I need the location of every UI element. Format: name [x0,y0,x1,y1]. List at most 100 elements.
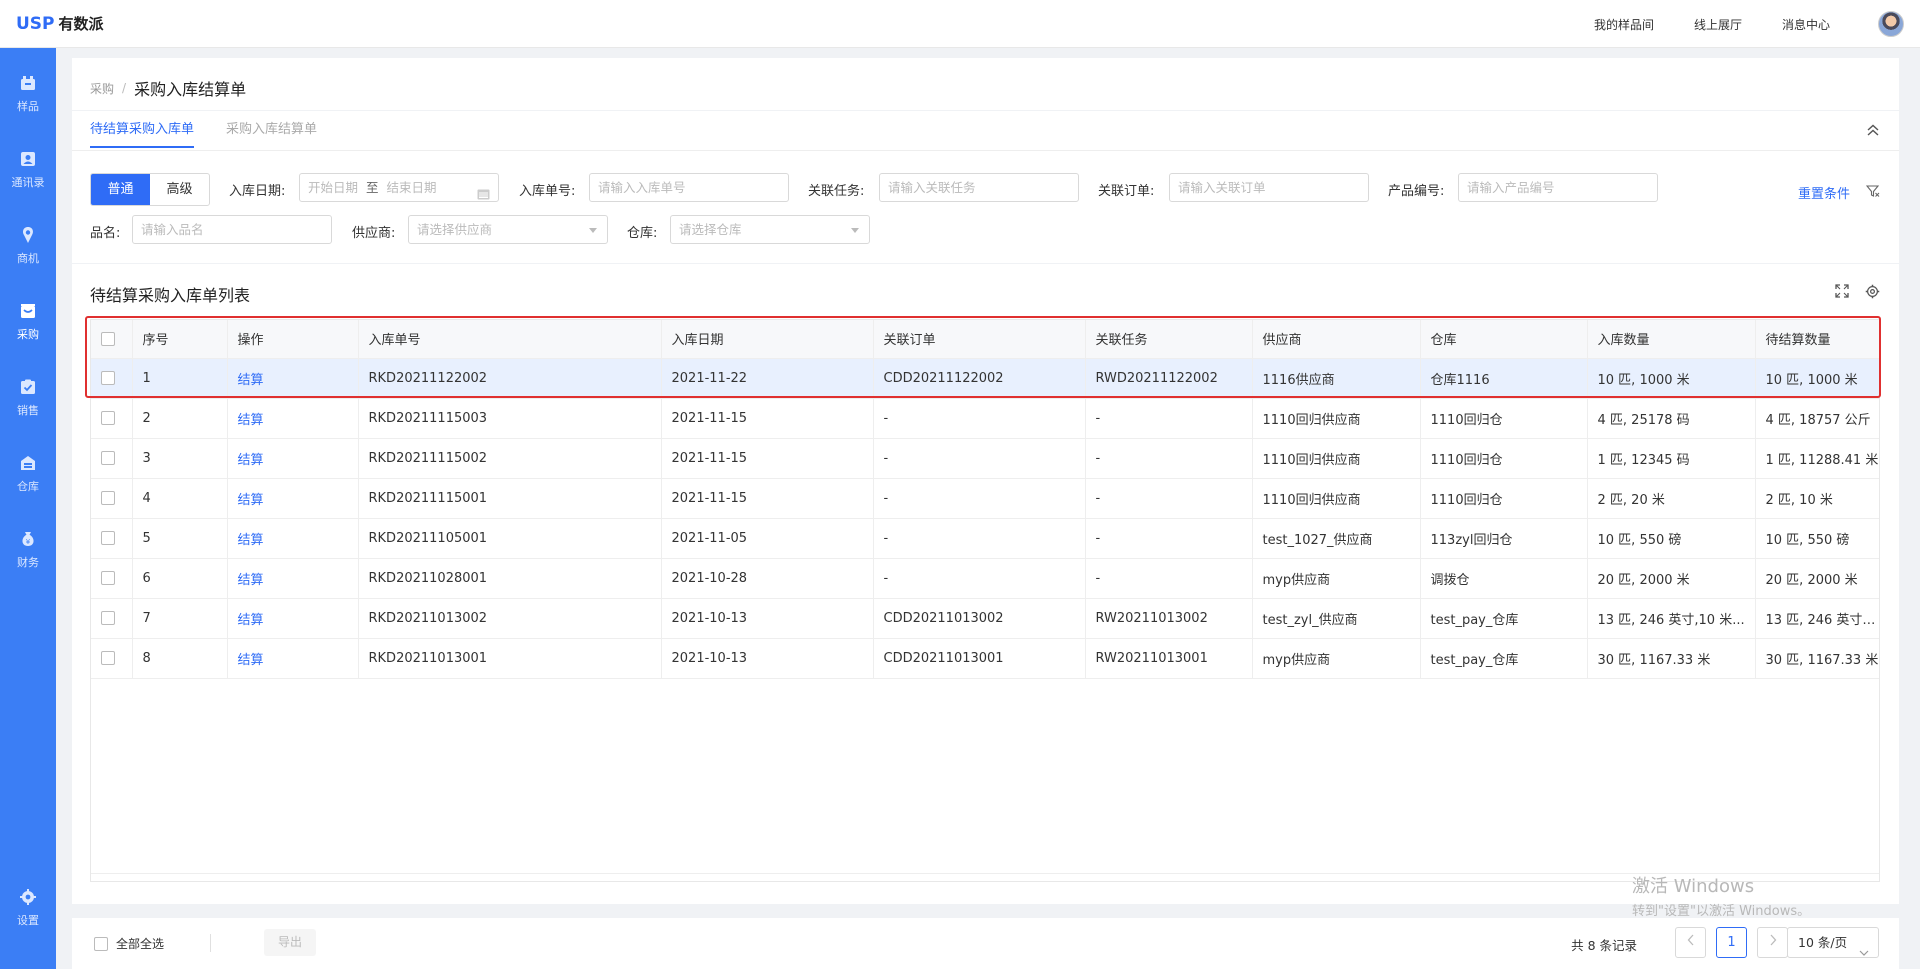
mode-advanced-button[interactable]: 高级 [150,174,209,205]
checkbox[interactable] [101,651,115,665]
row-checkbox[interactable] [91,638,133,679]
checkbox[interactable] [94,936,108,951]
inbound-date: 2021-10-13 [661,598,874,639]
inbound-qty: 30 匹, 1167.33 米 [1587,638,1756,679]
table-row[interactable]: 6 结算 RKD20211028001 2021-10-28- - myp供应商 调拨仓 20… [91,558,1879,599]
reset-conditions-link[interactable]: 重置条件 [1798,183,1850,202]
row-checkbox[interactable] [91,598,133,639]
horizontal-scrollbar[interactable] [91,873,1879,881]
pending-qty: 4 匹, 18757 公斤 [1755,398,1879,439]
tab-pending-inbound[interactable]: 待结算采购入库单 [90,118,195,148]
product-name-input[interactable]: 请输入品名 [132,215,332,244]
collapse-icon[interactable] [1866,124,1880,140]
settle-link[interactable]: 结算 [227,358,359,399]
sidebar-item-opportunities[interactable]: 商机 [0,217,56,273]
select-all-checkbox[interactable]: 全部全选 [94,935,164,952]
breadcrumb-parent[interactable]: 采购 [90,80,114,97]
checkbox[interactable] [101,411,115,425]
user-avatar[interactable] [1878,11,1904,37]
settings-icon[interactable] [1865,284,1880,303]
table-row[interactable]: 7 结算 RKD20211013002 2021-10-13 CDD2021101300… [91,598,1879,639]
next-page-button[interactable] [1757,927,1788,958]
app-logo[interactable]: USP 有数派 [0,13,200,34]
page-size-select[interactable]: 10 条/页 [1787,927,1879,958]
inbound-date: 2021-11-22 [661,358,874,399]
settle-link[interactable]: 结算 [227,598,359,639]
sidebar-item-finance[interactable]: ¥ 财务 [0,521,56,577]
task-input[interactable]: 请输入关联任务 [879,173,1079,202]
sidebar-item-sales[interactable]: 销售 [0,369,56,425]
sidebar-item-samples[interactable]: 样品 [0,65,56,121]
settle-link[interactable]: 结算 [227,638,359,679]
checkbox[interactable] [101,491,115,505]
warehouse-label: 仓库: [627,226,658,241]
mode-normal-button[interactable]: 普通 [91,174,150,205]
checkbox[interactable] [101,371,115,385]
fullscreen-icon[interactable] [1835,284,1849,303]
prev-page-button[interactable] [1675,927,1706,958]
inbound-no: RKD20211115002 [358,438,662,479]
top-link-messages[interactable]: 消息中心 [1782,16,1830,33]
export-button[interactable]: 导出 [264,929,316,956]
inbound-table: 序号 操作 入库单号 入库日期 关联订单 关联任务 供应商 仓库 入库数量 待结… [90,319,1880,882]
row-checkbox[interactable] [91,398,133,439]
settle-link[interactable]: 结算 [227,398,359,439]
warehouse: test_pay_仓库 [1420,598,1588,639]
windows-activation-watermark: 激活 Windows 转到"设置"以激活 Windows。 [1632,872,1810,919]
sidebar-item-settings[interactable]: 设置 [0,879,56,935]
warehouse-select[interactable]: 请选择仓库 [670,215,870,244]
sidebar-item-contacts[interactable]: 通讯录 [0,141,56,197]
page-number-button[interactable]: 1 [1716,927,1747,958]
row-checkbox[interactable] [91,438,133,479]
related-order: - [873,398,1086,439]
tab-settlement[interactable]: 采购入库结算单 [226,118,317,148]
supplier: 1110回归供应商 [1252,478,1421,519]
sidebar-item-label: 样品 [17,99,39,113]
related-order: CDD20211122002 [873,358,1086,399]
tab-bar: 待结算采购入库单 采购入库结算单 [90,118,317,148]
filter-clear-icon[interactable] [1865,184,1880,202]
settle-link[interactable]: 结算 [227,438,359,479]
select-all-label: 全部全选 [116,937,165,951]
order-input[interactable]: 请输入关联订单 [1169,173,1369,202]
table-row[interactable]: 8 结算 RKD20211013001 2021-10-13 CDD2021101300… [91,638,1879,679]
checkbox[interactable] [101,531,115,545]
row-checkbox[interactable] [91,358,133,399]
product-no-input[interactable]: 请输入产品编号 [1458,173,1658,202]
sidebar-item-label: 销售 [17,403,39,417]
pending-qty: 10 匹, 550 磅 [1755,518,1879,559]
related-order: - [873,518,1086,559]
warehouse: 113zyl回归仓 [1420,518,1588,559]
row-checkbox[interactable] [91,558,133,599]
settle-link[interactable]: 结算 [227,518,359,559]
inbound-no-input[interactable]: 请输入入库单号 [589,173,789,202]
product-name-label: 品名: [90,226,121,241]
inbound-date-range[interactable]: 开始日期 至 结束日期 [299,173,499,202]
settle-link[interactable]: 结算 [227,558,359,599]
supplier: 1116供应商 [1252,358,1421,399]
sidebar-item-warehouse[interactable]: 仓库 [0,445,56,501]
checkbox[interactable] [101,571,115,585]
related-task: - [1085,478,1253,519]
checkbox[interactable] [101,611,115,625]
col-header-op: 操作 [227,320,359,359]
table-row[interactable]: 4 结算 RKD20211115001 2021-11-15- -1110回归供应商 11… [91,478,1879,519]
warehouse: 1110回归仓 [1420,398,1588,439]
table-row[interactable]: 3 结算 RKD20211115002 2021-11-15- -1110回归供应商 11… [91,438,1879,479]
pending-qty: 10 匹, 1000 米 [1755,358,1879,399]
top-link-showroom[interactable]: 线上展厅 [1694,16,1742,33]
checkbox[interactable] [101,451,115,465]
header-select-all-checkbox[interactable] [91,320,133,359]
sidebar-item-purchase[interactable]: 采购 [0,293,56,349]
search-mode-toggle: 普通 高级 [90,173,210,206]
table-row[interactable]: 5 结算 RKD20211105001 2021-11-05- - test_1027_供… [91,518,1879,559]
table-row[interactable]: 2 结算 RKD20211115003 2021-11-15- -1110回归供应商 11… [91,398,1879,439]
top-link-sample-room[interactable]: 我的样品间 [1594,16,1654,33]
supplier-select[interactable]: 请选择供应商 [408,215,608,244]
settle-link[interactable]: 结算 [227,478,359,519]
table-row[interactable]: 1 结算 RKD20211122002 2021-11-22 CDD2021112200… [91,358,1879,399]
table-header-row: 序号 操作 入库单号 入库日期 关联订单 关联任务 供应商 仓库 入库数量 待结… [91,320,1879,359]
row-checkbox[interactable] [91,518,133,559]
divider [210,934,211,952]
row-checkbox[interactable] [91,478,133,519]
